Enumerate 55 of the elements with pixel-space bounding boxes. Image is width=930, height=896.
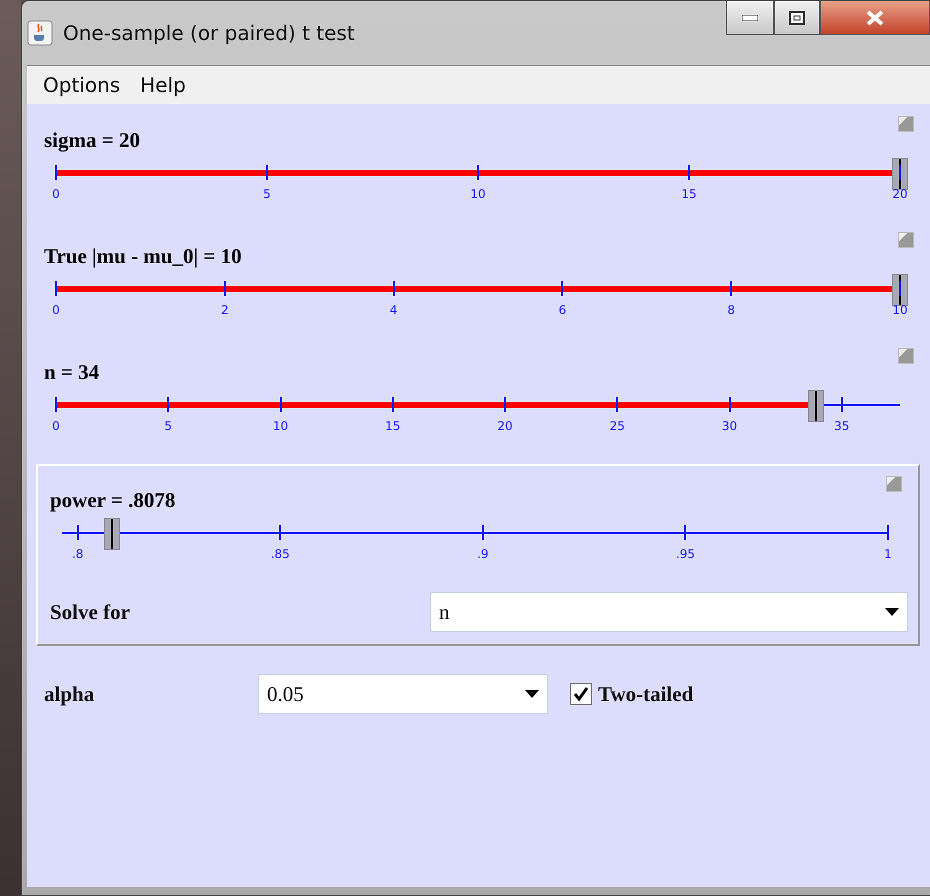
close-icon bbox=[865, 10, 885, 26]
slider-thumb[interactable] bbox=[892, 274, 908, 306]
checkmark-icon bbox=[573, 686, 589, 702]
tick-label: 10 bbox=[272, 419, 288, 433]
tick-label: 4 bbox=[390, 303, 398, 317]
tick-label: 35 bbox=[834, 419, 850, 433]
tick-label: 20 bbox=[892, 187, 908, 201]
window-title: One-sample (or paired) t test bbox=[63, 21, 355, 45]
checkbox[interactable] bbox=[570, 683, 592, 705]
close-button[interactable] bbox=[820, 1, 930, 35]
tick-label: 0 bbox=[52, 187, 60, 201]
menu-item[interactable]: Help bbox=[134, 73, 200, 97]
slider-label: power = .8078 bbox=[50, 488, 176, 514]
tick-label: 2 bbox=[220, 303, 229, 317]
caret-icon bbox=[885, 608, 899, 616]
tick-label: .9 bbox=[477, 547, 489, 561]
slider-thumb[interactable] bbox=[808, 390, 824, 422]
tick-label: 1 bbox=[884, 547, 892, 561]
slider[interactable]: 0 5 10 15 20 25 30 35 bbox=[44, 386, 912, 446]
tick-label: 20 bbox=[497, 419, 513, 433]
slider[interactable]: .8 .85 .9 .95 1 bbox=[50, 514, 900, 574]
tick-label: .85 bbox=[270, 547, 290, 561]
alpha-dropdown[interactable]: 0.05 bbox=[258, 674, 548, 714]
slider[interactable]: 0 5 10 15 20 bbox=[44, 154, 912, 214]
slider[interactable]: 0 2 4 6 8 10 bbox=[44, 270, 912, 330]
maximize-button[interactable] bbox=[774, 1, 820, 35]
caret-icon bbox=[525, 690, 539, 698]
tick-label: 6 bbox=[558, 303, 566, 317]
tick-label: 15 bbox=[385, 419, 400, 433]
tick-label: 10 bbox=[892, 303, 908, 317]
tick-label: 15 bbox=[681, 187, 697, 201]
tick-label: 0 bbox=[52, 419, 60, 433]
slider-label: True |mu - mu_0| = 10 bbox=[44, 244, 242, 270]
tick-label: 8 bbox=[727, 303, 735, 317]
tick-label: 30 bbox=[722, 419, 738, 433]
tick-label: .8 bbox=[72, 547, 84, 561]
menu-item[interactable]: Options bbox=[37, 73, 134, 97]
maximize-icon bbox=[789, 10, 805, 24]
field-label: Solve for bbox=[50, 600, 131, 624]
coffee-cup-icon bbox=[27, 20, 53, 46]
tick-label: 10 bbox=[470, 187, 486, 201]
tick-label: 0 bbox=[52, 303, 60, 317]
slider-label: n = 34 bbox=[44, 360, 100, 386]
tick-label: .95 bbox=[676, 547, 695, 561]
checkbox-label: Two-tailed bbox=[598, 682, 694, 706]
minimize-button[interactable] bbox=[726, 1, 774, 35]
tick-label: 5 bbox=[164, 419, 172, 433]
slider-thumb[interactable] bbox=[892, 158, 908, 190]
minimize-icon bbox=[742, 14, 758, 20]
tick-label: 5 bbox=[263, 187, 271, 201]
tick-label: 25 bbox=[610, 419, 625, 433]
solve-for-dropdown[interactable]: n bbox=[430, 592, 908, 632]
slider-label: sigma = 20 bbox=[44, 128, 140, 154]
field-label: alpha bbox=[44, 682, 96, 706]
slider-thumb[interactable] bbox=[104, 518, 120, 550]
